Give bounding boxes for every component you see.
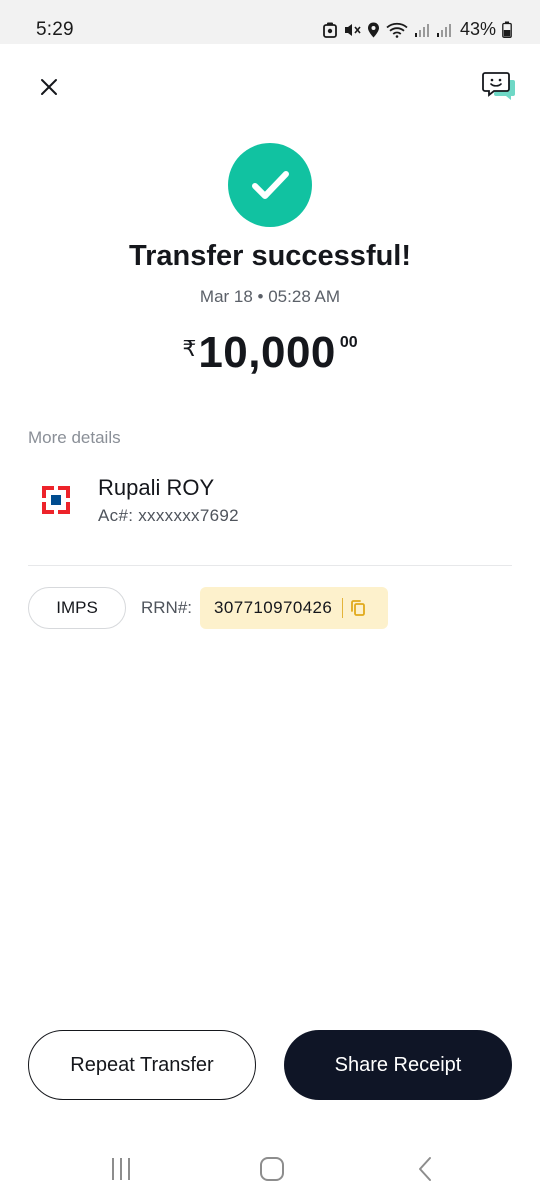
rrn-label: RRN#: bbox=[141, 598, 193, 617]
rrn-value: 307710970426 bbox=[214, 598, 333, 617]
wifi-icon bbox=[386, 22, 408, 38]
home-icon bbox=[260, 1157, 284, 1181]
transfer-mode-badge: IMPS bbox=[28, 587, 126, 629]
close-icon bbox=[41, 79, 57, 95]
rrn-copy-button[interactable]: 307710970426 bbox=[200, 587, 388, 629]
back-button[interactable] bbox=[410, 1154, 440, 1184]
support-chat-button[interactable] bbox=[482, 70, 516, 102]
more-details-label: More details bbox=[28, 428, 121, 447]
signal-icon bbox=[414, 23, 429, 37]
repeat-transfer-button[interactable]: Repeat Transfer bbox=[28, 1030, 256, 1100]
success-check-icon bbox=[228, 143, 312, 227]
transaction-date: Mar 18 • 05:28 AM bbox=[199, 287, 341, 306]
notification-icon bbox=[323, 22, 337, 38]
copy-icon bbox=[351, 600, 366, 616]
checkmark-icon bbox=[252, 171, 289, 199]
success-title: Transfer successful! bbox=[128, 240, 412, 272]
bank-logo bbox=[41, 485, 71, 515]
recipient-name: Rupali ROY bbox=[98, 475, 215, 500]
recent-apps-icon bbox=[112, 1158, 130, 1180]
chat-support-icon bbox=[482, 72, 515, 100]
recipient-account: Ac#: xxxxxxx7692 bbox=[98, 506, 239, 525]
close-button[interactable] bbox=[34, 72, 64, 102]
share-receipt-button[interactable]: Share Receipt bbox=[284, 1030, 512, 1100]
system-nav-bar bbox=[0, 1134, 540, 1200]
home-button[interactable] bbox=[257, 1154, 287, 1184]
currency-symbol: ₹ bbox=[182, 336, 197, 361]
recent-apps-button[interactable] bbox=[106, 1154, 136, 1184]
bank-logo-icon bbox=[42, 486, 70, 514]
status-icons: 43% bbox=[323, 19, 512, 40]
back-icon bbox=[419, 1157, 431, 1181]
location-icon bbox=[367, 22, 379, 37]
status-bar: 5:29 43% bbox=[0, 0, 540, 44]
amount-value: 10,000 bbox=[198, 328, 336, 377]
signal-icon-2 bbox=[436, 23, 451, 37]
rrn-separator bbox=[342, 598, 344, 618]
battery-percentage: 43% bbox=[459, 19, 496, 39]
transfer-amount: ₹10,000 00 bbox=[0, 328, 540, 378]
status-time: 5:29 bbox=[36, 19, 74, 40]
divider bbox=[28, 565, 512, 566]
amount-decimal: 00 bbox=[339, 334, 358, 351]
mute-icon bbox=[344, 23, 361, 36]
battery-icon bbox=[502, 21, 512, 38]
